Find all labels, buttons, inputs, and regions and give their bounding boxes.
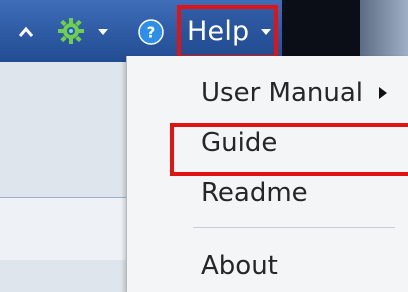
help-circle-glyph: ? <box>147 24 156 42</box>
submenu-arrow-icon <box>379 87 387 99</box>
help-dropdown-menu: User Manual Guide Readme About <box>126 56 408 292</box>
workspace-panel <box>0 197 130 260</box>
menu-item-label: Readme <box>201 178 308 208</box>
toolbar-dark-strip <box>282 0 360 62</box>
menu-item-guide[interactable]: Guide <box>127 118 408 176</box>
chevron-down-icon <box>261 29 272 35</box>
toolbar-right-strip <box>360 0 408 62</box>
menu-item-readme[interactable]: Readme <box>127 168 408 218</box>
help-menu-label: Help <box>187 16 250 47</box>
menu-item-about[interactable]: About <box>127 241 408 291</box>
menu-item-label: About <box>201 251 278 281</box>
menu-item-user-manual[interactable]: User Manual <box>127 68 408 118</box>
help-menu-button[interactable]: Help <box>177 5 278 59</box>
caret-down-icon[interactable] <box>95 26 111 38</box>
gear-icon[interactable] <box>56 16 86 46</box>
question-circle-icon[interactable]: ? <box>137 18 165 46</box>
menu-item-label: User Manual <box>201 78 364 108</box>
menu-separator <box>193 227 395 228</box>
caret-up-icon[interactable] <box>14 20 38 44</box>
toolbar: ? Help <box>0 0 408 62</box>
